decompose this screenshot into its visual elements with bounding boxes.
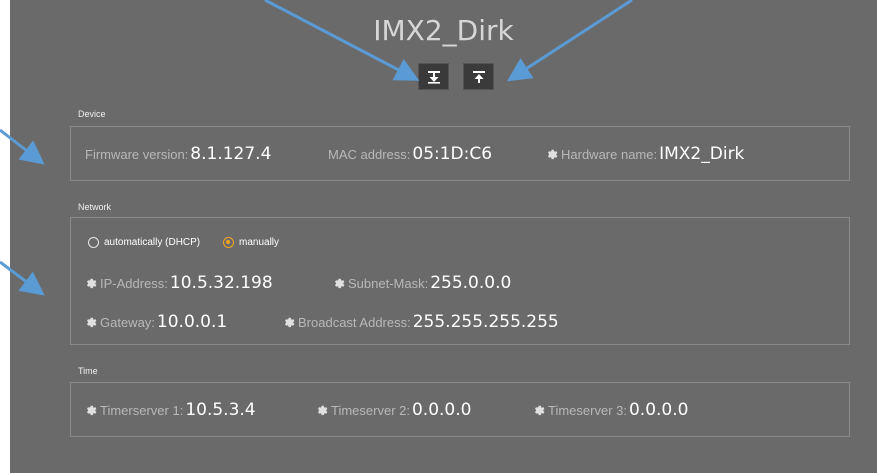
settings-panel: IMX2_Dirk Device Firmware version: 8.1.1… <box>10 0 877 473</box>
hardware-name-field[interactable]: Hardware name: IMX2_Dirk <box>546 144 744 164</box>
manual-radio-circle[interactable] <box>223 237 234 248</box>
upload-icon <box>472 70 485 83</box>
gear-icon[interactable] <box>283 316 295 328</box>
download-button[interactable] <box>418 63 449 90</box>
ip-address-field[interactable]: IP-Address: 10.5.32.198 <box>85 273 273 293</box>
timeserver-1-field[interactable]: Timerserver 1: 10.5.3.4 <box>85 400 256 420</box>
gear-icon[interactable] <box>546 148 558 160</box>
time-box: Timerserver 1: 10.5.3.4 Timeserver 2: 0.… <box>70 382 850 437</box>
firmware-version-value: 8.1.127.4 <box>190 144 272 164</box>
broadcast-address-label: Broadcast Address: <box>298 315 411 330</box>
broadcast-address-field[interactable]: Broadcast Address: 255.255.255.255 <box>283 312 559 332</box>
device-section-label: Device <box>78 109 106 119</box>
timeserver-2-label: Timeserver 2: <box>331 403 410 418</box>
manual-radio-label: manually <box>239 237 280 248</box>
timeserver-3-label: Timeserver 3: <box>548 403 627 418</box>
network-section-label: Network <box>78 202 112 212</box>
manual-radio[interactable]: manually <box>223 237 279 248</box>
device-box: Firmware version: 8.1.127.4 MAC address:… <box>70 126 850 181</box>
gear-icon[interactable] <box>85 277 97 289</box>
ip-address-value: 10.5.32.198 <box>169 273 273 293</box>
subnet-mask-field[interactable]: Subnet-Mask: 255.0.0.0 <box>333 273 511 293</box>
timeserver-2-value: 0.0.0.0 <box>411 400 472 420</box>
ip-address-label: IP-Address: <box>100 276 168 291</box>
upload-button[interactable] <box>463 63 494 90</box>
dhcp-radio-circle[interactable] <box>88 237 99 248</box>
firmware-version-label: Firmware version: <box>85 147 189 162</box>
gear-icon[interactable] <box>533 404 545 416</box>
timeserver-3-value: 0.0.0.0 <box>628 400 689 420</box>
gear-icon[interactable] <box>316 404 328 416</box>
device-title: IMX2_Dirk <box>373 14 514 47</box>
gateway-field[interactable]: Gateway: 10.0.0.1 <box>85 312 227 332</box>
timeserver-3-field[interactable]: Timeserver 3: 0.0.0.0 <box>533 400 688 420</box>
timeserver-1-label: Timerserver 1: <box>100 403 184 418</box>
subnet-mask-label: Subnet-Mask: <box>348 276 429 291</box>
mac-address-label: MAC address: <box>328 147 411 162</box>
timeserver-1-value: 10.5.3.4 <box>185 400 256 420</box>
gateway-label: Gateway: <box>100 315 155 330</box>
dhcp-radio-label: automatically (DHCP) <box>104 237 201 248</box>
download-icon <box>427 70 440 84</box>
dhcp-radio[interactable]: automatically (DHCP) <box>88 237 200 248</box>
mac-address-field: MAC address: 05:1D:C6 <box>328 144 492 164</box>
gear-icon[interactable] <box>333 277 345 289</box>
mac-address-value: 05:1D:C6 <box>412 144 493 164</box>
subnet-mask-value: 255.0.0.0 <box>430 273 512 293</box>
time-section-label: Time <box>78 366 98 376</box>
gear-icon[interactable] <box>85 316 97 328</box>
hardware-name-label: Hardware name: <box>561 147 658 162</box>
firmware-version-field: Firmware version: 8.1.127.4 <box>85 144 271 164</box>
hardware-name-value: IMX2_Dirk <box>659 144 745 164</box>
gateway-value: 10.0.0.1 <box>156 312 228 332</box>
network-box: automatically (DHCP) manually IP-Address… <box>70 217 850 345</box>
timeserver-2-field[interactable]: Timeserver 2: 0.0.0.0 <box>316 400 471 420</box>
broadcast-address-value: 255.255.255.255 <box>412 312 559 332</box>
gear-icon[interactable] <box>85 404 97 416</box>
